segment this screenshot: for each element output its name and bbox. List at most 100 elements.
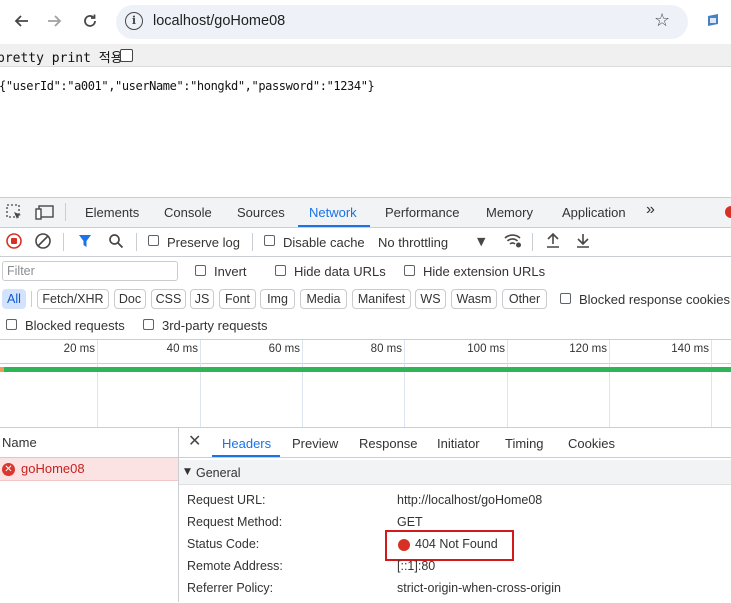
divider [63,233,64,251]
blocked-response-cookies-checkbox[interactable] [560,293,571,304]
timeline-tick-label: 60 ms [268,343,300,355]
network-conditions-icon[interactable] [503,232,523,252]
arrow-right-icon[interactable] [43,10,65,32]
invert-checkbox[interactable] [195,265,206,276]
upload-icon[interactable] [545,232,561,252]
tab-preview[interactable]: Preview [292,436,338,451]
error-count-icon[interactable] [725,206,731,218]
name-column-header[interactable]: Name [2,435,37,450]
timeline-tick-label: 100 ms [467,343,505,355]
reload-icon[interactable] [79,10,101,32]
hide-data-urls-label: Hide data URLs [294,264,386,279]
throttling-select[interactable]: No throttling [378,235,448,250]
timeline-gridline [200,340,201,428]
general-section-header[interactable] [179,460,731,485]
chip-all[interactable]: All [2,289,26,309]
preserve-log-label: Preserve log [167,235,240,250]
waterfall-bar-start [0,367,4,372]
url-text[interactable]: localhost/goHome08 [153,13,285,29]
status-dot-icon [398,539,410,551]
tab-headers[interactable]: Headers [222,436,271,451]
timeline-gridline [302,340,303,428]
chip-img[interactable]: Img [260,289,295,309]
disable-cache-label: Disable cache [283,235,365,250]
divider [136,233,137,251]
tab-initiator[interactable]: Initiator [437,436,480,451]
header-value: http://localhost/goHome08 [397,493,543,507]
hide-extension-urls-label: Hide extension URLs [423,264,546,279]
request-name[interactable]: goHome08 [21,461,85,476]
header-key: Request Method: [187,515,283,529]
invert-label: Invert [214,264,247,279]
header-key: Status Code: [187,537,260,551]
divider [65,203,66,221]
chip-ws[interactable]: WS [415,289,446,309]
pretty-print-checkbox[interactable] [120,49,133,62]
timeline-gridline [609,340,610,428]
disable-cache-checkbox[interactable] [264,235,275,246]
hide-extension-urls-checkbox[interactable] [404,265,415,276]
tab-memory[interactable]: Memory [486,205,533,220]
third-party-requests-checkbox[interactable] [143,319,154,330]
triangle-down-icon[interactable]: ▼ [184,467,191,477]
hide-data-urls-checkbox[interactable] [275,265,286,276]
header-value: [::1]:80 [397,559,436,573]
timeline-tick-label: 80 ms [370,343,402,355]
timeline-gridline [404,340,405,428]
chip-doc[interactable]: Doc [114,289,146,309]
tab-timing[interactable]: Timing [505,436,544,451]
json-response-text: {"userId":"a001","userName":"hongkd","pa… [0,79,375,93]
star-icon[interactable]: ☆ [654,10,670,31]
search-icon[interactable] [108,233,124,252]
clear-icon[interactable] [35,233,51,252]
stop-recording-icon[interactable] [6,233,22,252]
chip-manifest[interactable]: Manifest [352,289,411,309]
chip-font[interactable]: Font [219,289,256,309]
chevron-down-icon[interactable]: ▼ [477,235,485,248]
chip-media[interactable]: Media [300,289,347,309]
third-party-requests-label: 3rd-party requests [162,318,268,333]
inspect-element-icon[interactable] [6,204,23,224]
header-key: Remote Address: [187,559,283,573]
blocked-requests-label: Blocked requests [25,318,125,333]
filter-input[interactable]: Filter [2,261,178,281]
timeline-tick-label: 20 ms [63,343,95,355]
timeline-tick-label: 140 ms [671,343,709,355]
close-icon[interactable]: ✕ [188,431,201,450]
tab-sources[interactable]: Sources [237,205,285,220]
tab-console[interactable]: Console [164,205,212,220]
chip-other[interactable]: Other [502,289,547,309]
download-icon[interactable] [575,232,591,252]
general-section-title[interactable]: General [196,466,240,480]
chip-fetch-xhr[interactable]: Fetch/XHR [37,289,109,309]
timeline-gridline [97,340,98,428]
divider [31,291,32,307]
tab-cookies[interactable]: Cookies [568,436,615,451]
extension-icon[interactable] [706,13,720,27]
tab-network[interactable]: Network [309,205,357,220]
preserve-log-checkbox[interactable] [148,235,159,246]
header-key: Request URL: [187,493,266,507]
timeline-tick-label: 120 ms [569,343,607,355]
blocked-response-cookies-label: Blocked response cookies [579,292,731,307]
header-key: Referrer Policy: [187,581,274,595]
blocked-requests-checkbox[interactable] [6,319,17,330]
info-icon[interactable]: i [125,12,143,30]
tab-application[interactable]: Application [562,205,626,220]
header-value: strict-origin-when-cross-origin [397,581,561,595]
timeline-tick-label: 40 ms [166,343,198,355]
chip-css[interactable]: CSS [151,289,186,309]
pretty-print-label: pretty print 적용 [0,51,123,66]
device-toolbar-icon[interactable] [35,204,55,224]
arrow-left-icon[interactable] [11,10,33,32]
error-icon: ✕ [2,463,15,476]
tab-performance[interactable]: Performance [385,205,459,220]
filter-icon[interactable] [78,233,92,252]
chip-js[interactable]: JS [190,289,214,309]
tab-elements[interactable]: Elements [85,205,139,220]
chip-wasm[interactable]: Wasm [451,289,497,309]
tab-response[interactable]: Response [359,436,418,451]
more-tabs-icon[interactable]: » [646,201,655,219]
timeline-gridline [711,340,712,428]
waterfall-bar [0,367,731,372]
